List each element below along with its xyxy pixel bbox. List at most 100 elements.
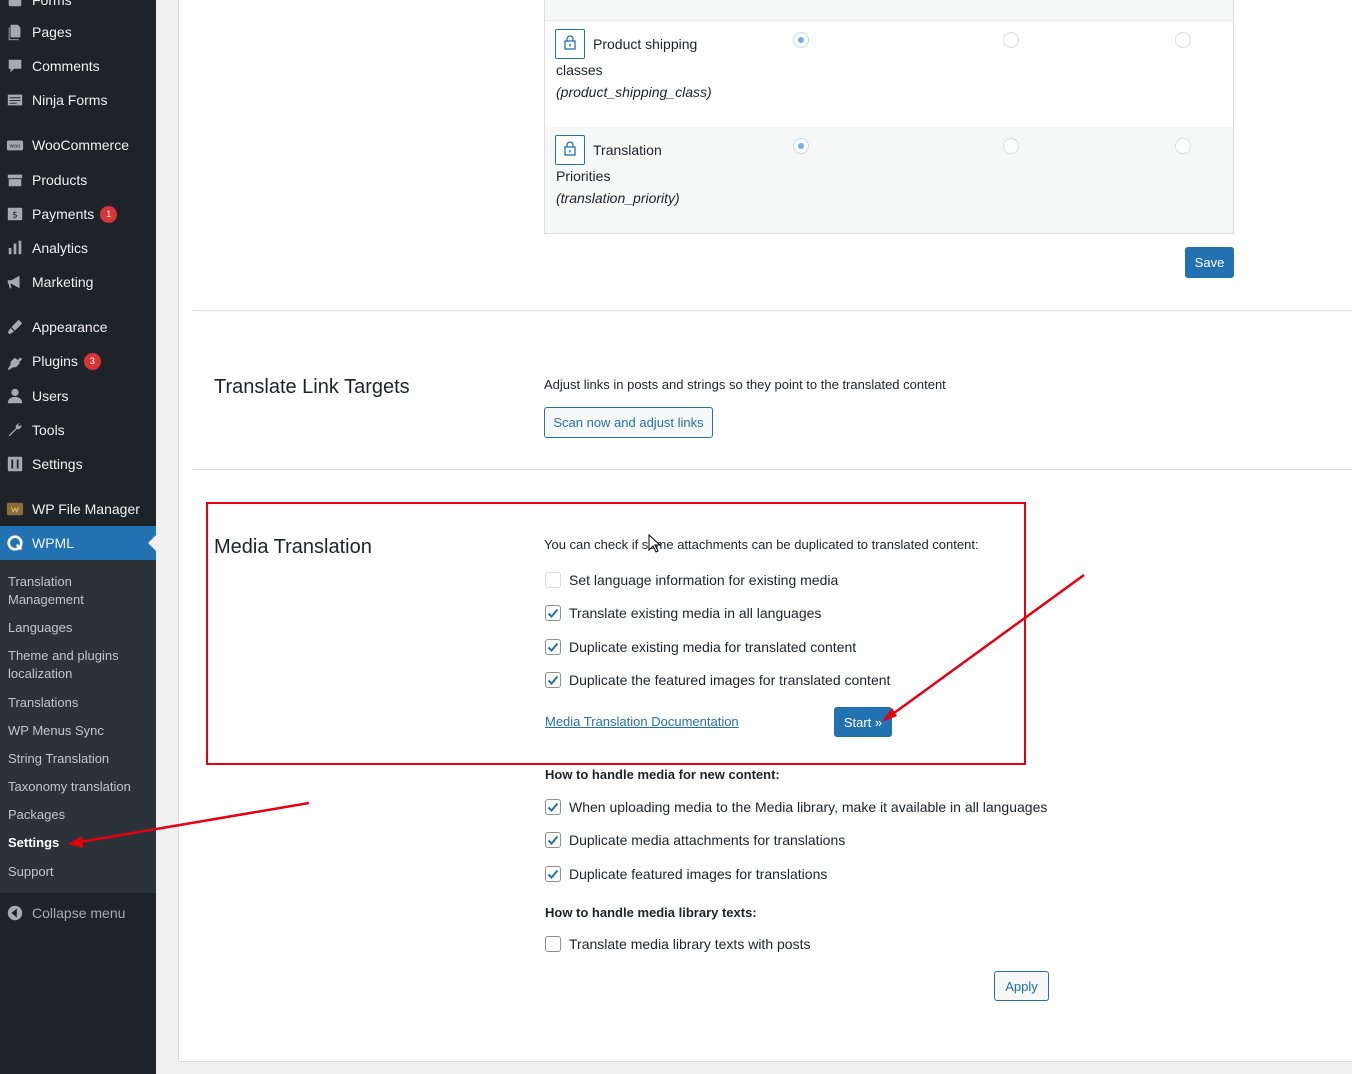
svg-text:woo: woo (10, 144, 21, 150)
comments-icon (5, 56, 25, 76)
taxonomy-name: Translation (593, 142, 662, 158)
collapse-menu-label: Collapse menu (32, 905, 126, 921)
highlight-box (206, 502, 1026, 765)
sidebar-item-wp-file-manager[interactable]: WP File Manager (0, 492, 156, 526)
taxonomy-slug: (translation_priority) (556, 190, 680, 206)
sidebar-item-label: Tools (32, 422, 65, 438)
analytics-icon (5, 238, 25, 258)
file-manager-icon (5, 499, 25, 519)
sidebar-item-label: Payments (32, 206, 95, 222)
collapse-menu-button[interactable]: Collapse menu (0, 896, 156, 930)
sidebar-item-appearance[interactable]: Appearance (0, 310, 156, 344)
taxonomy-name: Product shipping (593, 36, 698, 52)
plugins-icon (5, 351, 25, 371)
wpml-icon (5, 533, 25, 553)
tools-icon (5, 420, 25, 440)
sidebar-item-pages[interactable]: Pages (0, 15, 156, 49)
display-default-radio[interactable] (1003, 138, 1019, 154)
submenu-item-wp-menus-sync[interactable]: WP Menus Sync (8, 722, 148, 740)
woocommerce-icon: woo (5, 135, 25, 155)
taxonomy-name-cont: Priorities (556, 168, 611, 184)
duplicate-featured-checkbox[interactable] (545, 866, 561, 882)
sidebar-item-label: Marketing (32, 274, 94, 290)
sidebar-item-label: WPML (32, 535, 74, 551)
settings-icon (5, 454, 25, 474)
mouse-cursor-icon (648, 534, 662, 553)
sidebar-item-label: Appearance (32, 319, 108, 335)
sidebar-item-tools[interactable]: Tools (0, 413, 156, 447)
display-default-radio[interactable] (1003, 32, 1019, 48)
appearance-icon (5, 317, 25, 337)
checkbox-label: When uploading media to the Media librar… (569, 799, 1048, 815)
sidebar-item-products[interactable]: Products (0, 163, 156, 197)
checkbox-label: Translate media library texts with posts (569, 936, 811, 952)
duplicate-attachments-checkbox[interactable] (545, 832, 561, 848)
save-button[interactable]: Save (1185, 247, 1234, 278)
lock-icon (562, 140, 578, 161)
lock-icon (562, 34, 578, 55)
submenu-item-theme-plugins-localization[interactable]: Theme and plugins localization (8, 647, 148, 683)
library-texts-heading: How to handle media library texts: (545, 905, 757, 920)
apply-button[interactable]: Apply (994, 971, 1049, 1001)
users-icon (5, 386, 25, 406)
not-translatable-radio[interactable] (1175, 32, 1191, 48)
plugins-count-badge: 3 (83, 352, 101, 370)
wpml-submenu: Translation Management Languages Theme a… (0, 560, 156, 893)
sidebar-item-payments[interactable]: $ Payments 1 (0, 197, 156, 231)
upload-all-languages-checkbox[interactable] (545, 799, 561, 815)
admin-sidebar: Forms Pages Comments Ninja Forms woo Woo… (0, 0, 156, 1074)
sidebar-item-users[interactable]: Users (0, 379, 156, 413)
section-divider (193, 310, 1352, 311)
sidebar-item-label: Users (32, 388, 69, 404)
taxonomy-name-cont: classes (556, 62, 603, 78)
sidebar-item-analytics[interactable]: Analytics (0, 231, 156, 265)
products-icon (5, 170, 25, 190)
translate-radio[interactable] (793, 32, 809, 48)
submenu-item-taxonomy-translation[interactable]: Taxonomy translation (8, 778, 148, 796)
svg-text:$: $ (12, 211, 18, 221)
collapse-arrow-icon (5, 903, 25, 923)
sidebar-item-label: Comments (32, 58, 100, 74)
checkbox-label: Duplicate featured images for translatio… (569, 866, 828, 882)
sidebar-item-label: Pages (32, 24, 72, 40)
sidebar-item-marketing[interactable]: Marketing (0, 265, 156, 299)
table-row: Translation Priorities (translation_prio… (545, 127, 1233, 233)
submenu-item-translation-management[interactable]: Translation Management (8, 573, 148, 609)
lock-toggle-button[interactable] (555, 135, 585, 165)
sidebar-item-woocommerce[interactable]: woo WooCommerce (0, 128, 156, 162)
taxonomy-slug: (product_shipping_class) (556, 84, 712, 100)
link-targets-title: Translate Link Targets (214, 376, 410, 398)
sidebar-item-label: Forms (32, 0, 72, 8)
sidebar-item-label: Analytics (32, 240, 89, 256)
sidebar-item-comments[interactable]: Comments (0, 49, 156, 83)
translate-library-texts-checkbox[interactable] (545, 936, 561, 952)
section-divider (193, 469, 1352, 470)
taxonomy-sync-table: Product shipping classes (product_shippi… (544, 0, 1234, 234)
sidebar-item-ninja-forms[interactable]: Ninja Forms (0, 83, 156, 117)
submenu-item-languages[interactable]: Languages (8, 619, 148, 637)
translate-radio[interactable] (793, 138, 809, 154)
submenu-item-string-translation[interactable]: String Translation (8, 750, 148, 768)
submenu-item-packages[interactable]: Packages (8, 806, 148, 824)
submenu-item-translations[interactable]: Translations (8, 694, 148, 712)
marketing-icon (5, 272, 25, 292)
sidebar-item-label: Ninja Forms (32, 92, 108, 108)
sidebar-item-settings[interactable]: Settings (0, 447, 156, 481)
link-targets-description: Adjust links in posts and strings so the… (544, 377, 946, 392)
sidebar-item-wpml[interactable]: WPML (0, 526, 156, 560)
sidebar-item-label: WP File Manager (32, 501, 140, 517)
new-content-heading: How to handle media for new content: (545, 767, 780, 782)
submenu-item-settings[interactable]: Settings (8, 834, 148, 852)
pages-icon (5, 22, 25, 42)
table-row: Product shipping classes (product_shippi… (545, 21, 1233, 127)
sidebar-item-plugins[interactable]: Plugins 3 (0, 344, 156, 378)
checkbox-label: Duplicate media attachments for translat… (569, 832, 846, 848)
lock-toggle-button[interactable] (555, 29, 585, 59)
payments-icon: $ (5, 204, 25, 224)
submenu-item-support[interactable]: Support (8, 863, 148, 881)
not-translatable-radio[interactable] (1175, 138, 1191, 154)
forms-icon (5, 0, 25, 10)
sidebar-item-label: Plugins (32, 353, 78, 369)
sidebar-item-label: Products (32, 172, 88, 188)
scan-adjust-links-button[interactable]: Scan now and adjust links (544, 407, 713, 438)
